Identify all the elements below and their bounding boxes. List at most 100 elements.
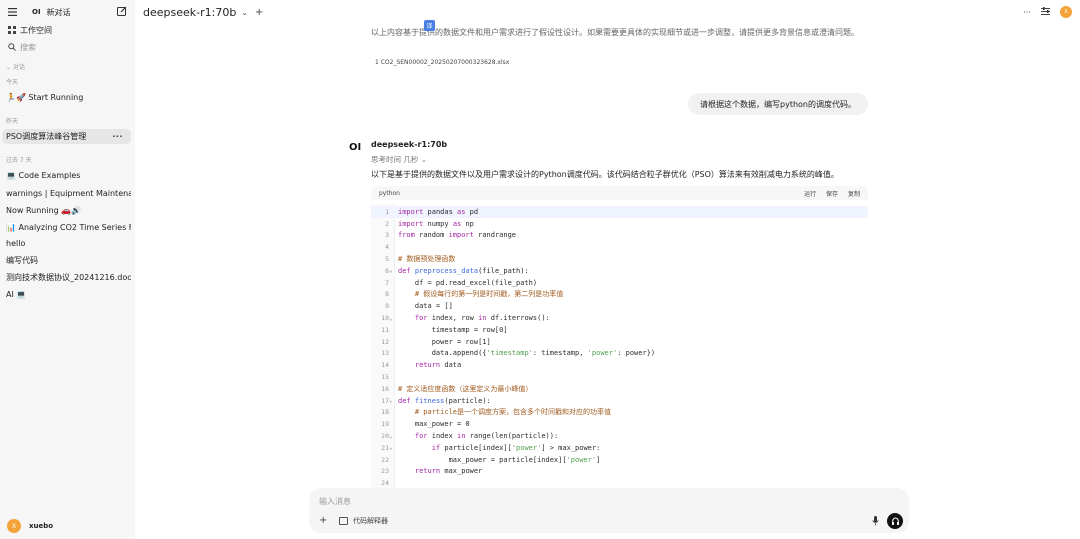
chat-item-label: PSO调度算法峰谷管理 [6, 132, 87, 141]
chevron-down-icon: ⌄ [420, 155, 428, 164]
avatar: X [7, 519, 21, 533]
section-chats[interactable]: ⌄ 对话 [6, 62, 25, 71]
chat-area: 以上内容基于提供的数据文件和用户需求进行了假设性设计。如果需要更具体的实现细节或… [135, 20, 1080, 539]
code-line: 6 ⌄ def preprocess_data(file_path): [371, 265, 868, 277]
assistant-name: deepseek-r1:70b [371, 140, 448, 149]
code-text: for index, row in df.iterrows(): [414, 314, 550, 323]
line-number: 18 [381, 408, 389, 417]
controls-icon[interactable] [1041, 7, 1050, 17]
sidebar-header: OI 新对话 [6, 5, 129, 19]
line-number: 24 [381, 479, 389, 488]
chevron-down-icon: ⌄ [241, 8, 249, 17]
model-selector[interactable]: deepseek-r1:70b ⌄ + [143, 6, 263, 19]
message-composer[interactable]: 输入消息 + 代码解释器 [309, 488, 909, 533]
topbar-actions: ··· X [1023, 6, 1072, 18]
translate-icon[interactable]: 译 [424, 20, 435, 31]
chat-item[interactable]: warnings | Equipment Maintenance [2, 186, 131, 201]
header-avatar[interactable]: X [1060, 6, 1072, 18]
chat-item[interactable]: Now Running 🚗🔊 [2, 203, 131, 218]
chevron-down-icon: ⌄ [6, 64, 12, 71]
copy-button[interactable]: 复制 [848, 191, 860, 198]
code-line: 10 ⌄ for index, row in df.iterrows(): [371, 312, 868, 324]
file-reference[interactable]: 1 CO2_SEN00002_20250207000323628.xlsx [375, 59, 509, 66]
code-line: 18 # particle是一个调度方案，包含多个时间戳和对应的功率值 [371, 407, 868, 419]
code-line: 22 max_power = particle[index]['power'] [371, 454, 868, 466]
workspace-link[interactable]: 工作空间 [6, 23, 129, 37]
code-line: 17 ⌄ def fitness(particle): [371, 395, 868, 407]
code-interpreter-toggle[interactable]: 代码解释器 [339, 516, 388, 526]
microphone-icon[interactable] [872, 516, 879, 529]
user-menu[interactable]: X xuebo [7, 519, 53, 533]
code-line: 14 return data [371, 359, 868, 371]
fold-chevron-icon[interactable]: ⌄ [389, 444, 395, 451]
fold-chevron-icon[interactable]: ⌄ [389, 267, 395, 274]
code-line: 9 data = [] [371, 300, 868, 312]
attach-plus-icon[interactable]: + [319, 515, 327, 526]
save-button[interactable]: 保存 [826, 191, 838, 198]
line-number: 9 [385, 302, 389, 311]
code-line: 23 return max_power [371, 466, 868, 478]
code-line: 1 import pandas as pd [371, 206, 868, 218]
line-number: 21 [381, 443, 389, 452]
message-input[interactable]: 输入消息 [319, 496, 351, 507]
code-text: df = pd.read_excel(file_path) [398, 278, 538, 287]
menu-icon[interactable] [6, 6, 18, 18]
workspace-label: 工作空间 [20, 25, 52, 35]
code-text: for index in range(len(particle)): [414, 432, 559, 441]
line-number: 3 [385, 231, 389, 240]
user-message: 请根据这个数据，编写python的调度代码。 [688, 93, 868, 115]
fold-chevron-icon[interactable]: ⌄ [389, 433, 395, 440]
section-today: 今天 [6, 79, 19, 86]
more-icon[interactable]: ··· [1023, 8, 1031, 17]
chat-item[interactable]: hello [2, 236, 131, 251]
chat-item-start-running[interactable]: 🏃🚀 Start Running [2, 90, 131, 105]
edit-icon[interactable] [117, 6, 127, 18]
line-number: 11 [381, 325, 389, 334]
line-number: 10 [381, 314, 389, 323]
line-number: 15 [381, 373, 389, 382]
code-text: # 假设每行的第一列是时间戳，第二列是功率值 [398, 290, 564, 299]
assistant-logo: OI [349, 142, 362, 153]
line-number: 2 [385, 219, 389, 228]
run-button[interactable]: 运行 [804, 191, 816, 198]
chat-item[interactable]: 测向技术数据协议_20241216.docx总 [2, 270, 131, 285]
thinking-toggle[interactable]: 思考时间 几秒 ⌄ [371, 154, 427, 165]
code-text: data = [] [398, 302, 453, 311]
chat-item[interactable]: AI 💻 [2, 287, 131, 302]
line-number: 22 [381, 455, 389, 464]
code-line: 11 timestamp = row[0] [371, 324, 868, 336]
chat-item[interactable]: 编写代码 [2, 253, 131, 268]
code-text: from random import randrange [398, 231, 517, 240]
code-line: 4 [371, 241, 868, 253]
code-text: return max_power [414, 467, 483, 476]
chat-item-pso-active[interactable]: PSO调度算法峰谷管理 ··· [2, 129, 131, 144]
add-model-icon[interactable]: + [255, 7, 263, 18]
code-line: 15 [371, 371, 868, 383]
assistant-intro: 以下是基于提供的数据文件以及用户需求设计的Python调度代码。该代码结合粒子群… [371, 170, 839, 179]
line-number: 14 [381, 361, 389, 370]
section-last7: 过去 7 天 [6, 157, 32, 164]
code-text: timestamp = row[0] [398, 325, 508, 334]
code-text: data.append({'timestamp': timestamp, 'po… [398, 349, 656, 358]
line-number: 6 [385, 266, 389, 275]
more-options-icon[interactable]: ··· [112, 132, 123, 141]
chat-item[interactable]: 📊 Analyzing CO2 Time Series Fe [2, 220, 131, 235]
previous-message-text: 以上内容基于提供的数据文件和用户需求进行了假设性设计。如果需要更具体的实现细节或… [371, 28, 859, 37]
code-text: import numpy as np [398, 219, 474, 228]
chat-item[interactable]: 💻 Code Examples [2, 168, 131, 183]
fold-chevron-icon[interactable]: ⌄ [389, 397, 395, 404]
voice-mode-button[interactable] [887, 513, 903, 529]
fold-chevron-icon[interactable]: ⌄ [389, 315, 395, 322]
new-chat-button[interactable]: 新对话 [47, 7, 71, 18]
line-number: 1 [385, 207, 389, 216]
line-number: 7 [385, 278, 389, 287]
code-line: 21 ⌄ if particle[index]['power'] > max_po… [371, 442, 868, 454]
search-icon [6, 41, 18, 53]
code-editor[interactable]: 1 import pandas as pd 2 import numpy as np 3… [371, 204, 868, 514]
sidebar-search[interactable]: 搜索 [6, 40, 129, 54]
line-number: 17 [381, 396, 389, 405]
code-block: python 运行 保存 复制 1 import pandas as pd 2 imp… [371, 186, 868, 514]
line-number: 12 [381, 337, 389, 346]
code-interpreter-label: 代码解释器 [353, 517, 388, 525]
code-line: 2 import numpy as np [371, 218, 868, 230]
